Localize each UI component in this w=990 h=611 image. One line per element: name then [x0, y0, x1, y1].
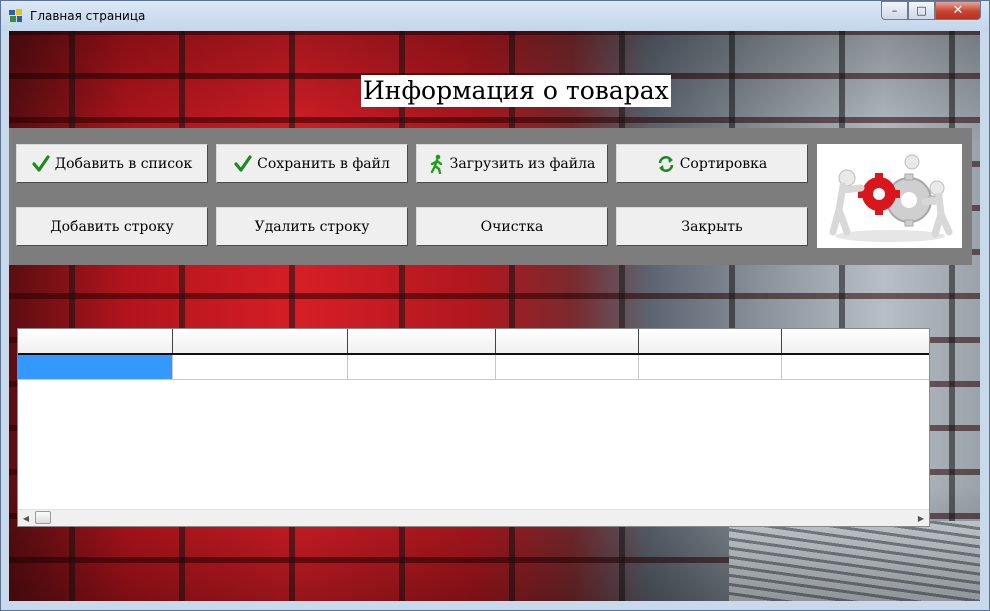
maximize-button[interactable]: □: [908, 1, 935, 20]
data-grid[interactable]: ◀ ▶: [17, 328, 930, 527]
table-row[interactable]: [18, 355, 929, 380]
maximize-icon: □: [916, 4, 927, 17]
close-label: Закрыть: [681, 218, 743, 235]
sort-button[interactable]: Сортировка: [616, 144, 808, 183]
scroll-left-icon[interactable]: ◀: [18, 510, 34, 526]
client-area: Информация о товарах Добавить в список С…: [9, 31, 980, 601]
teamwork-gears-image: [817, 144, 962, 248]
title-bar[interactable]: Главная страница – □ ✕: [1, 1, 989, 31]
clear-button[interactable]: Очистка: [416, 207, 608, 246]
window-title: Главная страница: [30, 9, 146, 23]
grid-column-header[interactable]: [782, 329, 929, 353]
refresh-icon: [658, 155, 674, 172]
add-row-label: Добавить строку: [50, 218, 174, 235]
sort-label: Сортировка: [679, 155, 768, 172]
delete-row-label: Удалить строку: [254, 218, 370, 235]
load-from-file-label: Загрузить из файла: [449, 155, 596, 172]
app-icon: [9, 9, 22, 22]
save-to-file-button[interactable]: Сохранить в файл: [216, 144, 408, 183]
grid-cell[interactable]: [782, 355, 929, 379]
close-window-button[interactable]: ✕: [935, 1, 981, 20]
horizontal-scrollbar[interactable]: ◀ ▶: [18, 509, 929, 526]
grid-column-header[interactable]: [173, 329, 348, 353]
grid-cell[interactable]: [639, 355, 782, 379]
check-icon: [32, 154, 50, 172]
minimize-icon: –: [891, 4, 898, 17]
grid-column-header[interactable]: [639, 329, 782, 353]
grid-cell[interactable]: [348, 355, 496, 379]
grid-column-header[interactable]: [18, 329, 173, 353]
grid-cell[interactable]: [173, 355, 348, 379]
close-button[interactable]: Закрыть: [616, 207, 808, 246]
save-to-file-label: Сохранить в файл: [257, 155, 390, 172]
load-from-file-button[interactable]: Загрузить из файла: [416, 144, 608, 183]
page-title: Информация о товарах: [361, 75, 671, 107]
clear-label: Очистка: [480, 218, 544, 235]
grid-cell[interactable]: [496, 355, 639, 379]
grid-header-row: [18, 329, 929, 355]
add-to-list-label: Добавить в список: [54, 155, 193, 172]
check-icon: [234, 154, 252, 172]
delete-row-button[interactable]: Удалить строку: [216, 207, 408, 246]
toolbar-panel: Добавить в список Сохранить в файл Загру…: [9, 128, 972, 265]
minimize-button[interactable]: –: [881, 1, 908, 20]
add-to-list-button[interactable]: Добавить в список: [16, 144, 208, 183]
grid-cell-selected[interactable]: [18, 355, 173, 379]
running-man-icon: [430, 154, 442, 174]
grid-column-header[interactable]: [348, 329, 496, 353]
grid-column-header[interactable]: [496, 329, 639, 353]
close-icon: ✕: [952, 3, 964, 18]
add-row-button[interactable]: Добавить строку: [16, 207, 208, 246]
scrollbar-thumb[interactable]: [35, 511, 51, 524]
main-window: Главная страница – □ ✕ Информация о това…: [0, 0, 990, 611]
scroll-right-icon[interactable]: ▶: [913, 510, 929, 526]
